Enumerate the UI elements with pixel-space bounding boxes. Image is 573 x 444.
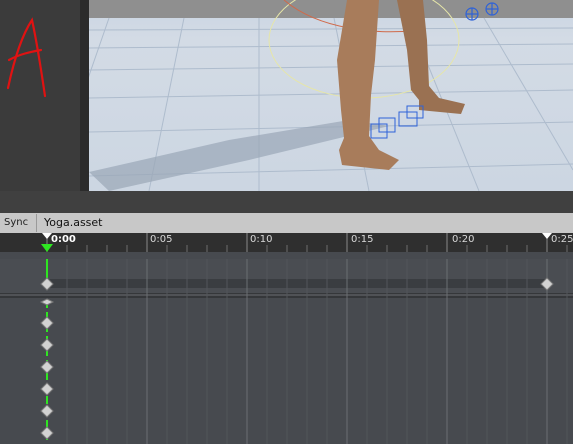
foot-ik-gizmo [370, 105, 424, 139]
track-keyframes[interactable] [39, 298, 55, 440]
viewport-footer [0, 191, 573, 213]
time-ruler[interactable]: 0:00 0:05 0:10 0:15 0:20 0:25 [0, 233, 573, 252]
ruler-ticks [41, 233, 568, 252]
scene-render [89, 0, 573, 191]
header-divider [36, 214, 37, 232]
scene-viewport[interactable] [89, 0, 573, 191]
red-a-drawing [6, 17, 47, 98]
ruler-label-0: 0:00 [51, 234, 76, 245]
playhead-handle[interactable] [41, 244, 53, 252]
sync-button[interactable]: Sync [4, 217, 28, 228]
panel-divider[interactable] [80, 0, 89, 192]
bone-handles [465, 2, 499, 21]
ruler-label-25: 0:25 [551, 234, 573, 245]
left-leg [337, 0, 399, 170]
ruler-label-20: 0:20 [452, 234, 475, 245]
ruler-label-10: 0:10 [250, 234, 273, 245]
left-panel [0, 0, 80, 192]
dope-sheet[interactable] [0, 252, 573, 444]
timeline-header: Sync Yoga.asset [0, 213, 573, 234]
summary-range-bar [47, 279, 547, 288]
clip-name[interactable]: Yoga.asset [44, 216, 103, 229]
keyframe-grid [0, 259, 573, 444]
ruler-label-5: 0:05 [150, 234, 173, 245]
ruler-label-15: 0:15 [351, 234, 374, 245]
